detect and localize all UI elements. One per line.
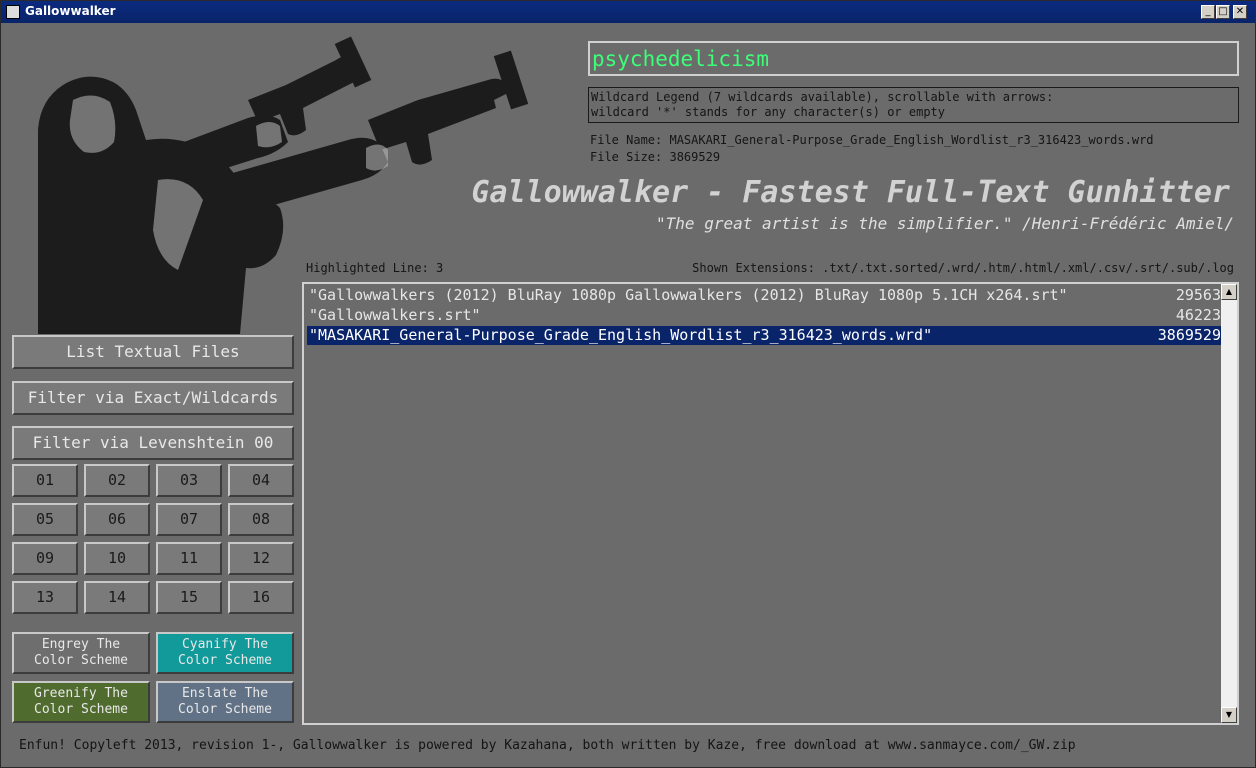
levenshtein-14-button[interactable]: 14 [84, 581, 150, 614]
file-size: 3869529 [1157, 326, 1221, 344]
scheme-label-line-2: Color Scheme [178, 702, 272, 717]
levenshtein-07-button[interactable]: 07 [156, 503, 222, 536]
enslate-scheme-button[interactable]: Enslate The Color Scheme [156, 681, 294, 723]
greenify-scheme-button[interactable]: Greenify The Color Scheme [12, 681, 150, 723]
file-size: 29563 [1175, 286, 1221, 304]
levenshtein-09-button[interactable]: 09 [12, 542, 78, 575]
list-item[interactable]: "Gallowwalkers (2012) BluRay 1080p Gallo… [307, 286, 1221, 305]
filter-exact-wildcards-button[interactable]: Filter via Exact/Wildcards [12, 381, 294, 415]
levenshtein-16-button[interactable]: 16 [228, 581, 294, 614]
title-bar[interactable]: Gallowwalker _ □ ✕ [1, 1, 1255, 23]
levenshtein-15-button[interactable]: 15 [156, 581, 222, 614]
scroll-up-arrow-icon[interactable]: ▲ [1221, 284, 1237, 300]
levenshtein-02-button[interactable]: 02 [84, 464, 150, 497]
list-item-selected[interactable]: "MASAKARI_General-Purpose_Grade_English_… [307, 326, 1221, 345]
shown-extensions-label: Shown Extensions: .txt/.txt.sorted/.wrd/… [692, 261, 1234, 275]
levenshtein-10-button[interactable]: 10 [84, 542, 150, 575]
wildcard-legend[interactable]: Wildcard Legend (7 wildcards available),… [588, 87, 1239, 123]
scheme-label-line-1: Cyanify The [181, 637, 269, 652]
search-input[interactable] [592, 45, 1232, 73]
list-textual-files-button[interactable]: List Textual Files [12, 335, 294, 369]
highlighted-line-label: Highlighted Line: 3 [306, 261, 444, 275]
app-heading: Gallowwalker - Fastest Full-Text Gunhitt… [471, 175, 1230, 210]
scheme-label-line-2: Color Scheme [34, 702, 128, 717]
levenshtein-12-button[interactable]: 12 [228, 542, 294, 575]
file-name-label: File Name: MASAKARI_General-Purpose_Grad… [590, 133, 1154, 147]
app-icon[interactable] [6, 5, 20, 19]
levenshtein-06-button[interactable]: 06 [84, 503, 150, 536]
engrey-scheme-button[interactable]: Engrey The Color Scheme [12, 632, 150, 674]
scheme-label-line-2: Color Scheme [34, 653, 128, 668]
filter-levenshtein-button[interactable]: Filter via Levenshtein 00 [12, 426, 294, 460]
levenshtein-04-button[interactable]: 04 [228, 464, 294, 497]
cyanify-scheme-button[interactable]: Cyanify The Color Scheme [156, 632, 294, 674]
file-name: "Gallowwalkers.srt" [309, 306, 481, 324]
minimize-button[interactable]: _ [1201, 5, 1215, 19]
legend-line-1: Wildcard Legend (7 wildcards available),… [591, 90, 1054, 104]
file-name: "Gallowwalkers (2012) BluRay 1080p Gallo… [309, 286, 1068, 304]
legend-line-2: wildcard '*' stands for any character(s)… [591, 105, 946, 119]
file-name: "MASAKARI_General-Purpose_Grade_English_… [309, 326, 933, 344]
maximize-button[interactable]: □ [1216, 5, 1230, 19]
levenshtein-08-button[interactable]: 08 [228, 503, 294, 536]
search-box[interactable] [588, 41, 1239, 76]
scheme-label-line-1: Engrey The [41, 637, 121, 652]
window-title: Gallowwalker [25, 4, 116, 18]
file-list[interactable]: "Gallowwalkers (2012) BluRay 1080p Gallo… [302, 282, 1239, 725]
scheme-label-line-1: Greenify The [34, 686, 128, 701]
scroll-down-arrow-icon[interactable]: ▼ [1221, 707, 1237, 723]
levenshtein-05-button[interactable]: 05 [12, 503, 78, 536]
levenshtein-01-button[interactable]: 01 [12, 464, 78, 497]
scheme-label-line-2: Color Scheme [178, 653, 272, 668]
quote-text: "The great artist is the simplifier." /H… [656, 214, 1234, 233]
levenshtein-03-button[interactable]: 03 [156, 464, 222, 497]
close-button[interactable]: ✕ [1233, 5, 1247, 19]
vertical-scrollbar[interactable]: ▲ ▼ [1221, 284, 1237, 723]
file-size: 46223 [1175, 306, 1221, 324]
scheme-label-line-1: Enslate The [181, 686, 269, 701]
list-item[interactable]: "Gallowwalkers.srt" 46223 [307, 306, 1221, 325]
levenshtein-11-button[interactable]: 11 [156, 542, 222, 575]
levenshtein-13-button[interactable]: 13 [12, 581, 78, 614]
file-size-label: File Size: 3869529 [590, 150, 721, 164]
footer-copyleft: Enfun! Copyleft 2013, revision 1-, Gallo… [19, 738, 1076, 753]
